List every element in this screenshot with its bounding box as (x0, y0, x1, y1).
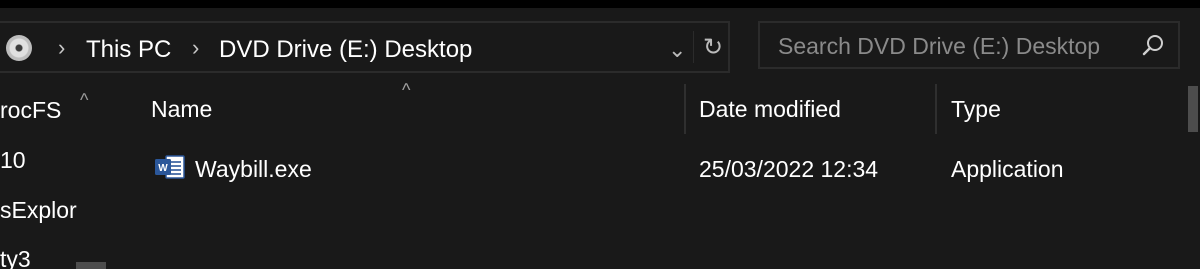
svg-text:W: W (158, 163, 168, 174)
breadcrumb-dvd-drive-desktop[interactable]: DVD Drive (E:) Desktop (219, 36, 472, 64)
nav-item[interactable]: ty3 (0, 246, 31, 269)
column-header-date-modified[interactable]: Date modified (699, 96, 841, 123)
search-input[interactable]: Search DVD Drive (E:) Desktop (778, 33, 1100, 60)
breadcrumb-separator-icon[interactable]: › (192, 35, 199, 61)
window-top-edge (0, 0, 1200, 8)
scrollbar-thumb[interactable] (1188, 86, 1198, 132)
address-dropdown-icon[interactable]: ⌄ (668, 37, 686, 63)
navigation-pane[interactable]: rocFS ^ 10 sExplor ty3 (0, 80, 110, 269)
address-divider (693, 31, 694, 63)
address-bar[interactable]: › This PC › DVD Drive (E:) Desktop ⌄ ↻ (0, 21, 730, 73)
word-document-icon: W (155, 155, 185, 179)
nav-item[interactable]: 10 (0, 147, 26, 174)
refresh-icon[interactable]: ↻ (703, 33, 723, 62)
file-date-modified: 25/03/2022 12:34 (699, 156, 879, 182)
file-list: ^ Name Date modified Type W Waybill.exe … (110, 80, 1200, 269)
vertical-scrollbar[interactable] (1186, 80, 1200, 269)
column-divider[interactable] (684, 84, 686, 134)
breadcrumb-separator-icon[interactable]: › (58, 35, 65, 61)
column-header-name[interactable]: Name (151, 96, 212, 123)
column-divider[interactable] (935, 84, 937, 134)
nav-scroll-up-icon[interactable]: ^ (80, 90, 88, 111)
breadcrumb-this-pc[interactable]: This PC (86, 36, 171, 64)
file-name[interactable]: Waybill.exe (195, 156, 312, 183)
file-type: Application (951, 156, 1064, 182)
nav-item[interactable]: sExplor (0, 197, 77, 224)
table-row[interactable]: W Waybill.exe 25/03/2022 12:34 Applicati… (110, 146, 1170, 190)
column-header-type[interactable]: Type (951, 96, 1001, 123)
search-icon[interactable] (1142, 34, 1164, 56)
search-box[interactable]: Search DVD Drive (E:) Desktop (758, 21, 1180, 69)
dvd-drive-icon (6, 35, 32, 61)
nav-item[interactable]: rocFS (0, 97, 61, 124)
nav-scrollbar-thumb[interactable] (76, 262, 106, 269)
sort-ascending-icon: ^ (402, 80, 411, 100)
